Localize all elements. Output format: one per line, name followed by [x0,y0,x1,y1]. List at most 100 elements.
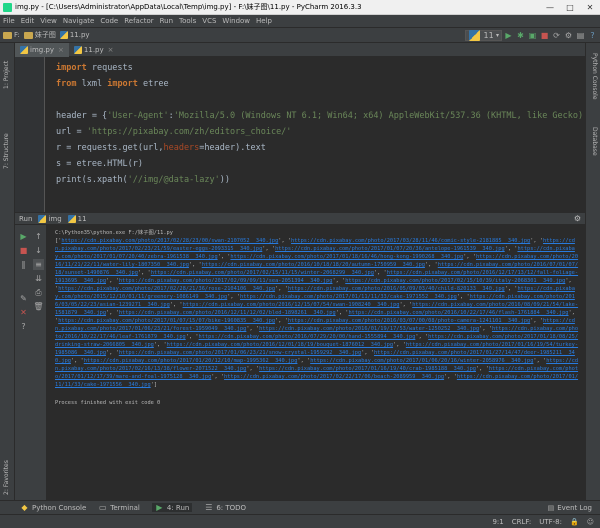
scroll-up-icon[interactable]: ↑ [33,231,44,242]
code-line: header = {'User-Agent':'Mozilla/5.0 (Win… [56,111,585,121]
tab-img-py[interactable]: img.py × [15,43,69,57]
close-tab-icon[interactable]: × [108,46,114,54]
console-url-link[interactable]: https://cdn.pixabay.com/photo/2016/07/29… [199,334,416,340]
todo-icon: ☰ [205,503,213,512]
menu-code[interactable]: Code [100,17,118,25]
run-panel-header: Run img 11 ⚙ [15,212,585,225]
tab-11-py[interactable]: 11.py × [69,43,119,57]
console-url-link[interactable]: https://cdn.pixabay.com/photo/2016/12/11… [119,310,336,316]
python-console-icon: ◆ [21,503,28,512]
run-config-select[interactable]: 11 ▾ [465,30,502,41]
pause-icon[interactable]: ‖ [18,259,29,270]
menu-window[interactable]: Window [222,17,250,25]
help-run-icon[interactable]: ? [18,321,29,332]
console-url-link[interactable]: https://cdn.pixabay.com/photo/2017/01/18… [230,254,463,260]
console-url-link[interactable]: https://cdn.pixabay.com/photo/2017/01/07… [275,246,505,252]
menu-edit[interactable]: Edit [21,17,35,25]
console-url-link[interactable]: https://cdn.pixabay.com/photo/2017/01/06… [310,358,533,364]
run-tab-11[interactable]: 11 [67,214,87,223]
breadcrumb-drive[interactable]: F: [3,31,20,39]
console-url-link[interactable]: https://cdn.pixabay.com/photo/2017/02/28… [61,238,278,244]
console-url-link[interactable]: https://cdn.pixabay.com/photo/2016/12/01… [167,342,393,348]
console-command: C:\Python35\python.exe F:/妹子图/11.py [55,230,173,236]
clear-all-icon[interactable]: 🗑 [33,301,44,312]
sync-icon[interactable]: ⟳ [551,30,562,41]
debug-icon[interactable]: ✱ [515,30,526,41]
lock-icon[interactable]: 🔒 [570,518,579,526]
file-encoding[interactable]: UTF-8: [539,518,562,526]
help-icon[interactable]: ? [587,30,598,41]
settings-icon[interactable]: ⚙ [563,30,574,41]
code-editor[interactable]: import requests from lxml import etree h… [45,57,585,212]
console-url-link[interactable]: https://cdn.pixabay.com/photo/2017/01/06… [119,350,361,356]
scroll-to-end-icon[interactable]: ⇊ [33,273,44,284]
console-url-link[interactable]: https://cdn.pixabay.com/photo/2017/02/15… [345,278,565,284]
menu-navigate[interactable]: Navigate [63,17,94,25]
pin-icon[interactable]: ✎ [18,293,29,304]
sdk-icon[interactable]: ▤ [575,30,586,41]
database-tool-tab[interactable]: Database [591,127,598,156]
menu-refactor[interactable]: Refactor [124,17,153,25]
console-url-link[interactable]: https://cdn.pixabay.com/photo/2016/05/09… [288,286,505,292]
python-file-icon [59,31,68,39]
run-settings-icon[interactable]: ⚙ [574,214,581,223]
run-console[interactable]: C:\Python35\python.exe F:/妹子图/11.py ['ht… [47,225,585,500]
todo-button[interactable]: ☰ 6: TODO [204,503,246,512]
project-tool-tab[interactable]: 1: Project [3,61,10,89]
close-tab-icon[interactable]: × [58,46,64,54]
console-url-link[interactable]: https://cdn.pixabay.com/photo/2017/01/16… [259,366,476,372]
folder-icon [3,31,12,39]
close-window-button[interactable]: ✕ [580,0,600,15]
console-url-link[interactable]: https://cdn.pixabay.com/photo/2016/03/07… [288,318,530,324]
console-url-link[interactable]: https://cdn.pixabay.com/photo/2016/10/22… [348,310,568,316]
console-url-link[interactable]: https://cdn.pixabay.com/photo/2017/03/28… [291,238,530,244]
minimize-button[interactable]: — [540,0,560,15]
stop-icon[interactable]: ■ [539,30,550,41]
python-file-icon [67,214,76,223]
menu-vcs[interactable]: VCS [202,17,216,25]
cursor-position[interactable]: 9:1 [492,518,503,526]
structure-tool-tab[interactable]: 7: Structure [3,133,10,169]
window-title: img.py - [C:\Users\Administrator\AppData… [15,3,362,11]
scroll-down-icon[interactable]: ↓ [33,245,44,256]
menu-view[interactable]: View [40,17,57,25]
event-log-button[interactable]: ▤ Event Log [548,501,592,515]
rerun-icon[interactable]: ▶ [18,231,29,242]
menu-help[interactable]: Help [256,17,272,25]
run-icon[interactable]: ▶ [503,30,514,41]
python-console-tool-tab[interactable]: Python Console [591,53,598,100]
stop-run-icon[interactable]: ■ [18,245,29,256]
console-url-link[interactable]: https://cdn.pixabay.com/photo/2016/12/15… [183,302,400,308]
console-url-link[interactable]: https://cdn.pixabay.com/photo/2017/02/15… [151,270,374,276]
console-url-link[interactable]: https://cdn.pixabay.com/photo/2017/01/20… [84,358,298,364]
coverage-icon[interactable]: ▣ [527,30,538,41]
breadcrumb-folder[interactable]: 妹子图 [23,30,56,40]
status-bar: 9:1 CRLF: UTF-8: 🔒 ☺ [0,514,600,528]
maximize-button[interactable]: □ [560,0,580,15]
window-titlebar: img.py - [C:\Users\Administrator\AppData… [0,0,600,15]
inspector-icon[interactable]: ☺ [587,518,594,526]
terminal-button[interactable]: ▭ Terminal [98,503,140,512]
menu-run[interactable]: Run [160,17,173,25]
editor-tabs: img.py × 11.py × [15,43,585,57]
run-tool-button[interactable]: ▶ 4: Run [151,503,193,512]
soft-wrap-icon[interactable]: ≡ [33,259,44,270]
close-run-icon[interactable]: ✕ [18,307,29,318]
menu-tools[interactable]: Tools [179,17,196,25]
folder-icon [23,31,33,39]
run-tab-img[interactable]: img [38,214,62,223]
line-separator[interactable]: CRLF: [512,518,532,526]
console-url-link[interactable]: https://cdn.pixabay.com/photo/2017/02/22… [224,374,444,380]
python-console-button[interactable]: ◆ Python Console [20,503,86,512]
console-url-link[interactable]: https://cdn.pixabay.com/photo/2017/01/07… [58,318,275,324]
console-url-link[interactable]: https://cdn.pixabay.com/photo/2016/01/19… [259,326,479,332]
console-url-link[interactable]: https://cdn.pixabay.com/photo/2016/10/18… [202,262,425,268]
console-url-link[interactable]: https://cdn.pixabay.com/photo/2017/01/11… [240,294,457,300]
console-url-link[interactable]: https://cdn.pixabay.com/photo/2017/02/09… [119,278,333,284]
print-icon[interactable]: ⎙ [33,287,44,298]
bottom-tool-bar: ◆ Python Console ▭ Terminal ▶ 4: Run ☰ 6… [0,500,600,514]
breadcrumb-file[interactable]: 11.py [59,31,90,39]
menu-file[interactable]: File [3,17,15,25]
console-url-link[interactable]: https://cdn.pixabay.com/photo/2017/02/28… [58,286,275,292]
favorites-tool-tab[interactable]: 2: Favorites [3,460,10,495]
